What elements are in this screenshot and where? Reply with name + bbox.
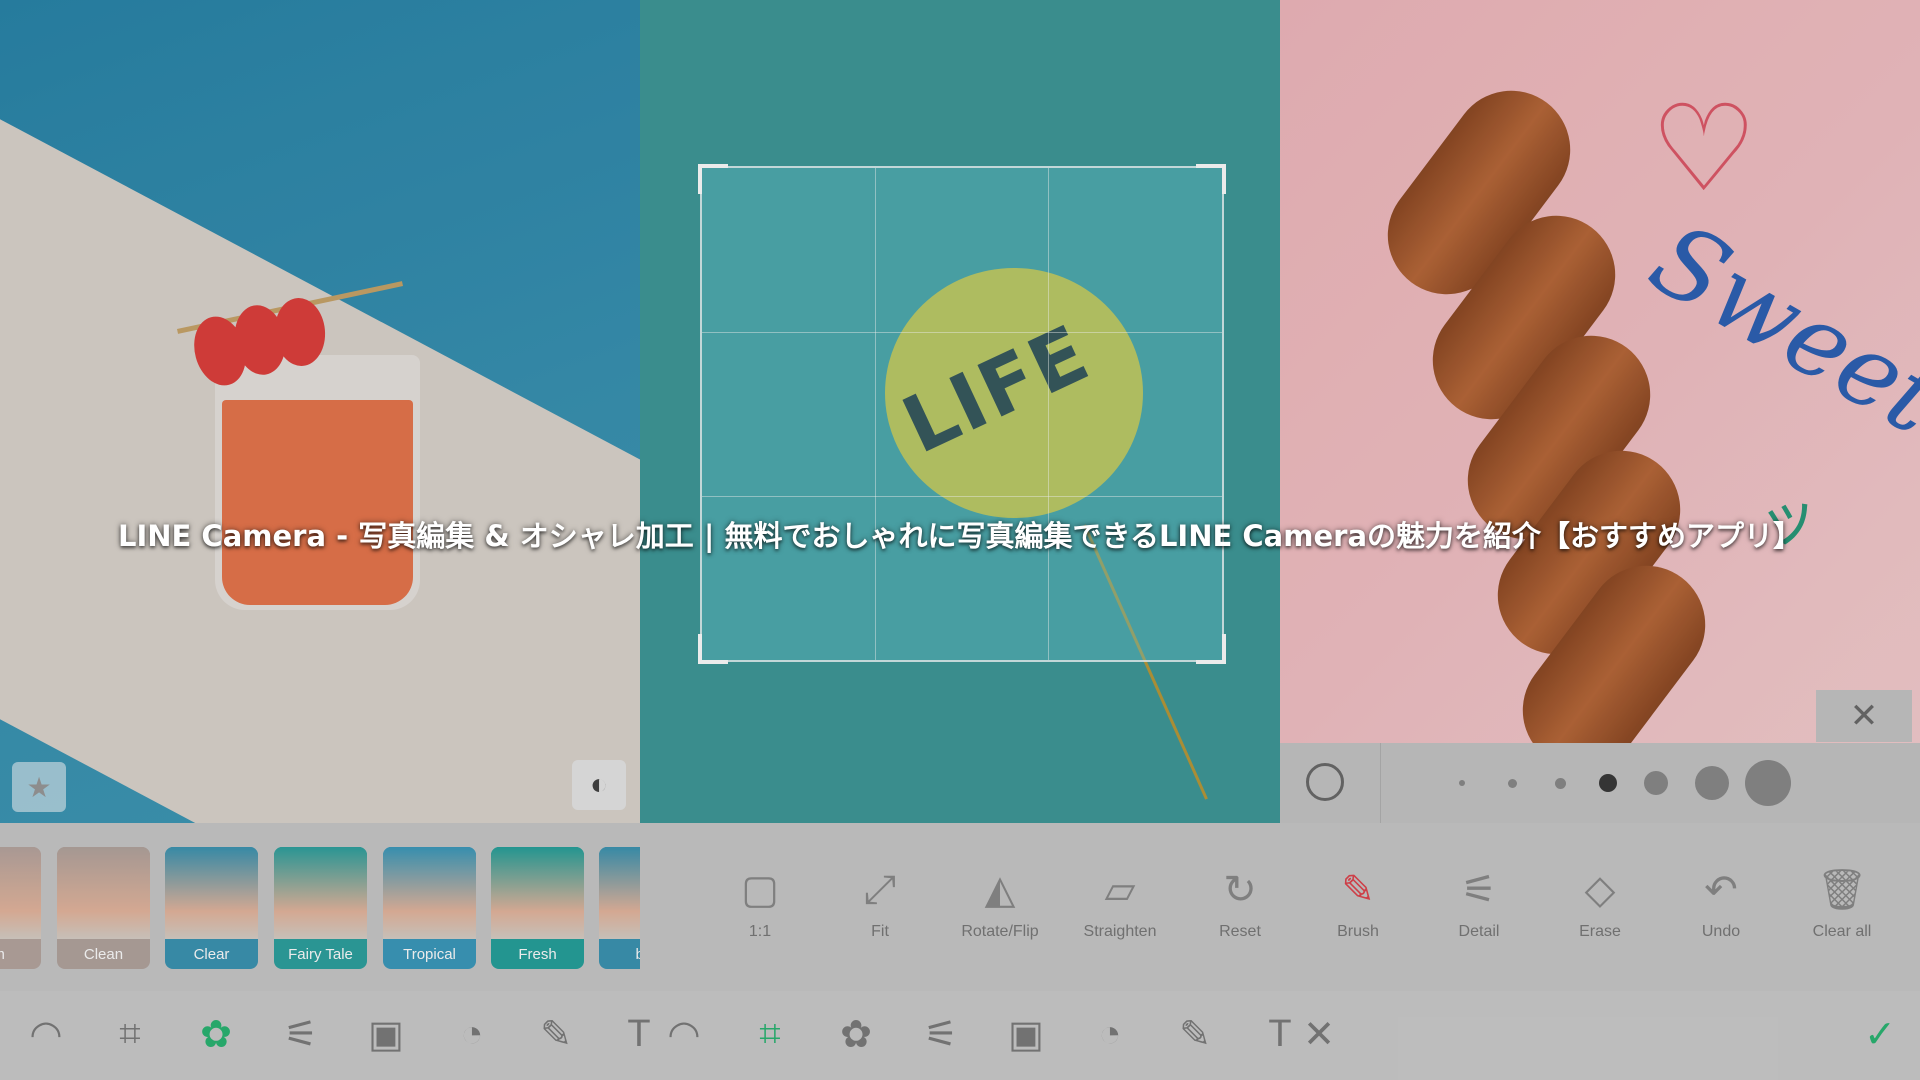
filter-thumbnail bbox=[599, 847, 640, 939]
tool-erase[interactable]: ◇ Erase bbox=[1545, 867, 1655, 941]
frame-icon[interactable]: ▣ bbox=[361, 1009, 411, 1059]
tool-label: Brush bbox=[1337, 923, 1379, 940]
undo-icon: ↶ bbox=[1704, 868, 1738, 912]
crop-grid-line bbox=[702, 331, 1222, 333]
crop-frame[interactable] bbox=[698, 164, 1226, 664]
tool-label: Detail bbox=[1458, 923, 1500, 940]
check-icon[interactable]: ✓ bbox=[1855, 1009, 1905, 1059]
filter-thumbnail bbox=[274, 847, 367, 939]
brush-size-dot[interactable] bbox=[1695, 766, 1729, 800]
straighten-icon: ▱ bbox=[1104, 868, 1136, 912]
crop-toolbar: ▢ 1:1 ⤢ Fit ◭ Rotate/Flip ▱ Straighten ↻ Reset bbox=[640, 823, 1280, 991]
brush-size-dot[interactable] bbox=[1554, 777, 1566, 789]
brush-outline-icon[interactable] bbox=[1306, 763, 1344, 801]
crop-icon[interactable]: ⌗ bbox=[105, 1009, 155, 1059]
filter-label: am bbox=[0, 946, 41, 963]
tool-undo[interactable]: ↶ Undo bbox=[1666, 867, 1776, 941]
filter-label: Clean bbox=[83, 946, 124, 963]
close-icon[interactable]: ✕ bbox=[1294, 1009, 1344, 1059]
sticker-icon[interactable]: ◔ bbox=[447, 1009, 497, 1059]
reset-icon: ↻ bbox=[1223, 868, 1257, 912]
filter-clear[interactable]: Clear bbox=[165, 847, 258, 969]
tool-label: Fit bbox=[871, 923, 889, 940]
sticker-icon[interactable]: ◔ bbox=[1085, 1009, 1135, 1059]
brush-icon[interactable]: ✎ bbox=[531, 1009, 581, 1059]
filter-tropical[interactable]: Tropical bbox=[383, 847, 476, 969]
filter-thumbnail bbox=[491, 847, 584, 939]
filter-thumbnail bbox=[0, 847, 41, 939]
crop-handle[interactable] bbox=[698, 164, 728, 194]
brightness-icon[interactable]: ◐ bbox=[572, 760, 626, 810]
divider bbox=[1380, 743, 1381, 823]
expand-icon: ⤢ bbox=[864, 868, 896, 912]
filter-icon[interactable]: ✿ bbox=[831, 1009, 881, 1059]
crop-grid-line bbox=[875, 168, 877, 660]
eraser-icon: ◇ bbox=[1584, 868, 1616, 912]
filter-fresh[interactable]: Fresh bbox=[491, 847, 584, 969]
filter-fairy-tale[interactable]: Fairy Tale bbox=[274, 847, 367, 969]
headline-title: LINE Camera - 写真編集 & オシャレ加工 | 無料でおしゃれに写真… bbox=[117, 519, 1803, 553]
filter-thumbnail bbox=[383, 847, 476, 939]
filter-label: blu bbox=[635, 946, 640, 963]
tool-detail[interactable]: ⚟ Detail bbox=[1424, 867, 1534, 941]
crop-handle[interactable] bbox=[698, 634, 728, 664]
tool-label: 1:1 bbox=[748, 923, 772, 940]
crop-handle[interactable] bbox=[1196, 164, 1226, 194]
brush-icon: ✎ bbox=[1341, 868, 1375, 912]
tool-reset[interactable]: ↻ Reset bbox=[1185, 867, 1295, 941]
star-icon[interactable]: ★ bbox=[12, 762, 66, 812]
tool-label: Undo bbox=[1701, 923, 1741, 940]
filter-label: Fresh bbox=[518, 946, 557, 963]
filter-label: Clear bbox=[193, 946, 230, 963]
filter-icon[interactable]: ✿ bbox=[191, 1009, 241, 1059]
crop-grid-line bbox=[1048, 168, 1050, 660]
tool-rotate-flip[interactable]: ◭ Rotate/Flip bbox=[945, 867, 1055, 941]
tool-label: Erase bbox=[1579, 923, 1621, 940]
crop-handle[interactable] bbox=[1196, 634, 1226, 664]
adjust-icon[interactable]: ⚟ bbox=[276, 1009, 326, 1059]
template-icon[interactable]: ◠ bbox=[659, 1009, 709, 1059]
flip-icon: ◭ bbox=[984, 868, 1016, 912]
photo-panel-filter bbox=[0, 0, 640, 823]
tool-straighten[interactable]: ▱ Straighten bbox=[1065, 867, 1175, 941]
trash-icon: 🗑 bbox=[1816, 868, 1868, 912]
tool-brush[interactable]: ✎ Brush bbox=[1303, 867, 1413, 941]
crop-icon[interactable]: ⌗ bbox=[745, 1009, 795, 1059]
tool-label: Reset bbox=[1219, 923, 1261, 940]
bottom-toolbar: ◠ ⌗ ✿ ⚟ ▣ ◔ ✎ T ◠ ⌗ ✿ ⚟ ▣ ◔ ✎ T ✕ ✓ bbox=[0, 991, 1920, 1080]
square-icon: ▢ bbox=[741, 868, 779, 912]
brush-size-dot[interactable] bbox=[1507, 778, 1517, 788]
filter-label: Fairy Tale bbox=[288, 946, 353, 963]
filter-clean[interactable]: Clean bbox=[57, 847, 150, 969]
filter-am[interactable]: am bbox=[0, 847, 41, 969]
adjust-icon[interactable]: ⚟ bbox=[916, 1009, 966, 1059]
brush-toolbar: ✎ Brush ⚟ Detail ◇ Erase ↶ Undo 🗑 Clear all bbox=[1280, 823, 1920, 991]
heart-doodle: ♡ bbox=[1650, 82, 1758, 216]
brush-icon[interactable]: ✎ bbox=[1170, 1009, 1220, 1059]
tool-label: Straighten bbox=[1083, 923, 1157, 940]
brush-size-dot[interactable] bbox=[1459, 780, 1465, 786]
filter-thumbnail bbox=[57, 847, 150, 939]
tool-label: Rotate/Flip bbox=[961, 923, 1039, 940]
filter-blu[interactable]: blu bbox=[599, 847, 640, 969]
tool-fit[interactable]: ⤢ Fit bbox=[825, 867, 935, 941]
sliders-icon: ⚟ bbox=[1461, 868, 1497, 912]
tool-clear-all[interactable]: 🗑 Clear all bbox=[1787, 867, 1897, 941]
text-icon[interactable]: T bbox=[614, 1009, 664, 1059]
crop-grid-line bbox=[702, 495, 1222, 497]
brush-size-selector bbox=[1280, 743, 1920, 823]
juice bbox=[222, 400, 413, 605]
filter-label: Tropical bbox=[403, 946, 456, 963]
filter-thumbnail bbox=[165, 847, 258, 939]
frame-icon[interactable]: ▣ bbox=[1001, 1009, 1051, 1059]
filter-strip: am Clean Clear Fairy Tale Tropical Fresh blu bbox=[0, 823, 640, 991]
brush-size-dot[interactable] bbox=[1644, 771, 1668, 795]
tool-label: Clear all bbox=[1812, 923, 1872, 940]
tool-1-1[interactable]: ▢ 1:1 bbox=[705, 867, 815, 941]
template-icon[interactable]: ◠ bbox=[21, 1009, 71, 1059]
brush-size-dot[interactable] bbox=[1599, 774, 1617, 792]
close-icon[interactable]: ✕ bbox=[1816, 690, 1912, 742]
brush-size-dot[interactable] bbox=[1745, 760, 1791, 806]
